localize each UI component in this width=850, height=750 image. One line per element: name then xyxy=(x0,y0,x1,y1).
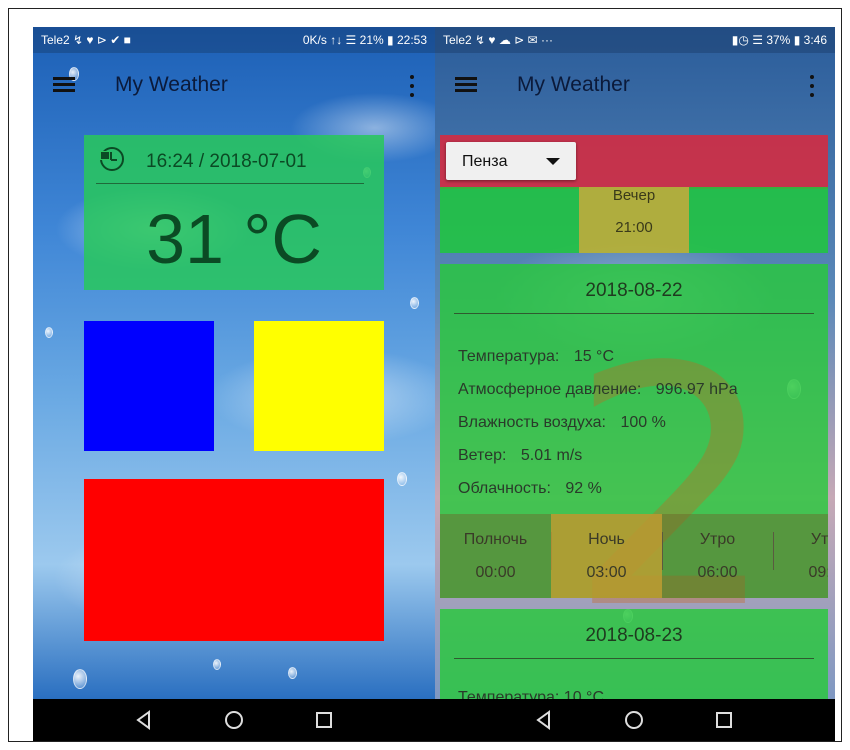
home-icon[interactable] xyxy=(221,707,247,733)
overflow-menu-icon[interactable] xyxy=(409,75,415,97)
forecast-time: 03:00 xyxy=(586,564,627,581)
status-left: Tele2 ↯ ♥ ⊳ ✔ ■ xyxy=(41,33,131,47)
detail-value: 15 °C xyxy=(573,348,615,365)
day-date: 2018-08-22 xyxy=(585,280,683,301)
status-time: 22:53 xyxy=(396,33,427,47)
left-phone-screen: Tele2 ↯ ♥ ⊳ ✔ ■ 0K/s ↑↓ ☰ 21% ▮ 22:53 My… xyxy=(33,27,435,741)
status-bar: Tele2 ↯ ♥ ⊳ ✔ ■ 0K/s ↑↓ ☰ 21% ▮ 22:53 xyxy=(33,27,435,53)
status-bar: Tele2 ↯ ♥ ☁ ⊳ ✉ ··· ▮◷ ☰ 37% ▮ 3:46 xyxy=(435,27,835,53)
hamburger-menu-icon[interactable] xyxy=(455,77,477,93)
detail-key: Температура: xyxy=(458,348,560,365)
raindrop xyxy=(73,669,87,689)
status-time: 3:46 xyxy=(803,33,827,47)
navigation-bar xyxy=(435,699,835,741)
forecast-cell[interactable]: Ночь 03:00 xyxy=(551,514,662,598)
status-left: Tele2 ↯ ♥ ☁ ⊳ ✉ ··· xyxy=(443,33,553,47)
forecast-cell[interactable]: Вечер 21:00 xyxy=(579,187,689,253)
detail-humidity: Влажность воздуха: 100 % xyxy=(458,414,666,432)
app-title: My Weather xyxy=(115,73,228,96)
signal-icon: ↑↓ ☰ xyxy=(330,33,357,47)
dropdown-arrow-icon xyxy=(546,158,560,165)
day-date: 2018-08-23 xyxy=(585,625,683,646)
notification-icons: ↯ ♥ ☁ ⊳ ✉ ··· xyxy=(475,33,553,47)
forecast-cell[interactable]: Утро 06:00 xyxy=(662,514,773,598)
status-right: ▮◷ ☰ 37% ▮ 3:46 xyxy=(732,33,827,47)
forecast-time: 06:00 xyxy=(697,564,738,581)
battery-icon: ▮ xyxy=(793,33,801,47)
hamburger-menu-icon[interactable] xyxy=(53,77,75,93)
raindrop xyxy=(410,297,419,309)
red-tile[interactable] xyxy=(84,479,384,641)
forecast-part: Ночь xyxy=(588,531,625,548)
navigation-bar xyxy=(33,699,435,741)
network-speed: 0K/s xyxy=(302,33,327,47)
recents-icon[interactable] xyxy=(311,707,337,733)
divider xyxy=(454,658,814,659)
raindrop xyxy=(45,327,53,338)
raindrop xyxy=(397,472,407,486)
divider xyxy=(96,183,364,184)
raindrop xyxy=(213,659,221,670)
divider xyxy=(454,313,814,314)
screenshot-frame: Tele2 ↯ ♥ ⊳ ✔ ■ 0K/s ↑↓ ☰ 21% ▮ 22:53 My… xyxy=(8,8,842,742)
carrier-name: Tele2 xyxy=(443,33,472,47)
previous-day-forecast-strip: Вечер 21:00 xyxy=(440,187,828,253)
current-weather-card: 16:24 / 2018-07-01 31 °C xyxy=(84,135,384,290)
hourly-forecast-strip[interactable]: Полночь 00:00 Ночь 03:00 Утро 06:00 Утро… xyxy=(440,514,828,598)
right-phone-screen: Tele2 ↯ ♥ ☁ ⊳ ✉ ··· ▮◷ ☰ 37% ▮ 3:46 My W… xyxy=(435,27,835,741)
back-icon[interactable] xyxy=(131,707,157,733)
app-bar: My Weather xyxy=(435,53,835,117)
forecast-cell[interactable]: Утро 09:00 xyxy=(773,514,828,598)
recents-icon[interactable] xyxy=(711,707,737,733)
current-temperature: 31 °C xyxy=(146,200,322,278)
detail-value: 996.97 hPa xyxy=(655,381,738,398)
forecast-time: 09:00 xyxy=(808,564,828,581)
forecast-part: Полночь xyxy=(463,531,528,548)
detail-value: 5.01 m/s xyxy=(520,447,583,464)
city-dropdown-value: Пенза xyxy=(462,153,508,170)
status-right: 0K/s ↑↓ ☰ 21% ▮ 22:53 xyxy=(303,33,427,47)
city-selector-bar: Пенза xyxy=(440,135,828,189)
detail-key: Влажность воздуха: xyxy=(458,414,606,431)
signal-icon: ☰ xyxy=(752,33,763,47)
overflow-menu-icon[interactable] xyxy=(809,75,815,97)
datetime-label: 16:24 / 2018-07-01 xyxy=(146,151,307,172)
detail-temperature: Температура: 15 °C xyxy=(458,348,614,366)
home-icon[interactable] xyxy=(621,707,647,733)
notification-icons: ↯ ♥ ⊳ ✔ ■ xyxy=(73,33,131,47)
raindrop xyxy=(288,667,297,679)
detail-cloudiness: Облачность: 92 % xyxy=(458,480,602,498)
forecast-part: Утро xyxy=(810,531,828,548)
back-icon[interactable] xyxy=(531,707,557,733)
detail-pressure: Атмосферное давление: 996.97 hPa xyxy=(458,381,738,399)
vibrate-alarm-icons: ▮◷ xyxy=(731,33,749,47)
forecast-cell[interactable]: Полночь 00:00 xyxy=(440,514,551,598)
battery-icon: ▮ xyxy=(387,33,394,47)
forecast-part: Вечер xyxy=(612,187,656,204)
city-dropdown[interactable]: Пенза xyxy=(446,142,576,180)
day-card: 2 2018-08-22 Температура: 15 °C Атмосфер… xyxy=(440,264,828,654)
day-card: 2018-08-23 Температура: 10 °C xyxy=(440,609,828,706)
calendar-badge-icon xyxy=(100,151,110,160)
battery-percent: 37% xyxy=(766,33,791,47)
yellow-tile[interactable] xyxy=(254,321,384,451)
app-title: My Weather xyxy=(517,73,630,96)
detail-value: 100 % xyxy=(620,414,666,431)
detail-key: Облачность: xyxy=(458,480,551,497)
forecast-time: 00:00 xyxy=(475,564,516,581)
detail-wind: Ветер: 5.01 m/s xyxy=(458,447,582,465)
carrier-name: Tele2 xyxy=(41,33,70,47)
detail-key: Атмосферное давление: xyxy=(458,381,642,398)
app-bar: My Weather xyxy=(33,53,435,117)
detail-value: 92 % xyxy=(565,480,602,497)
battery-percent: 21% xyxy=(359,33,384,47)
forecast-time: 21:00 xyxy=(615,219,653,236)
blue-tile[interactable] xyxy=(84,321,214,451)
forecast-part: Утро xyxy=(699,531,736,548)
detail-key: Ветер: xyxy=(458,447,507,464)
